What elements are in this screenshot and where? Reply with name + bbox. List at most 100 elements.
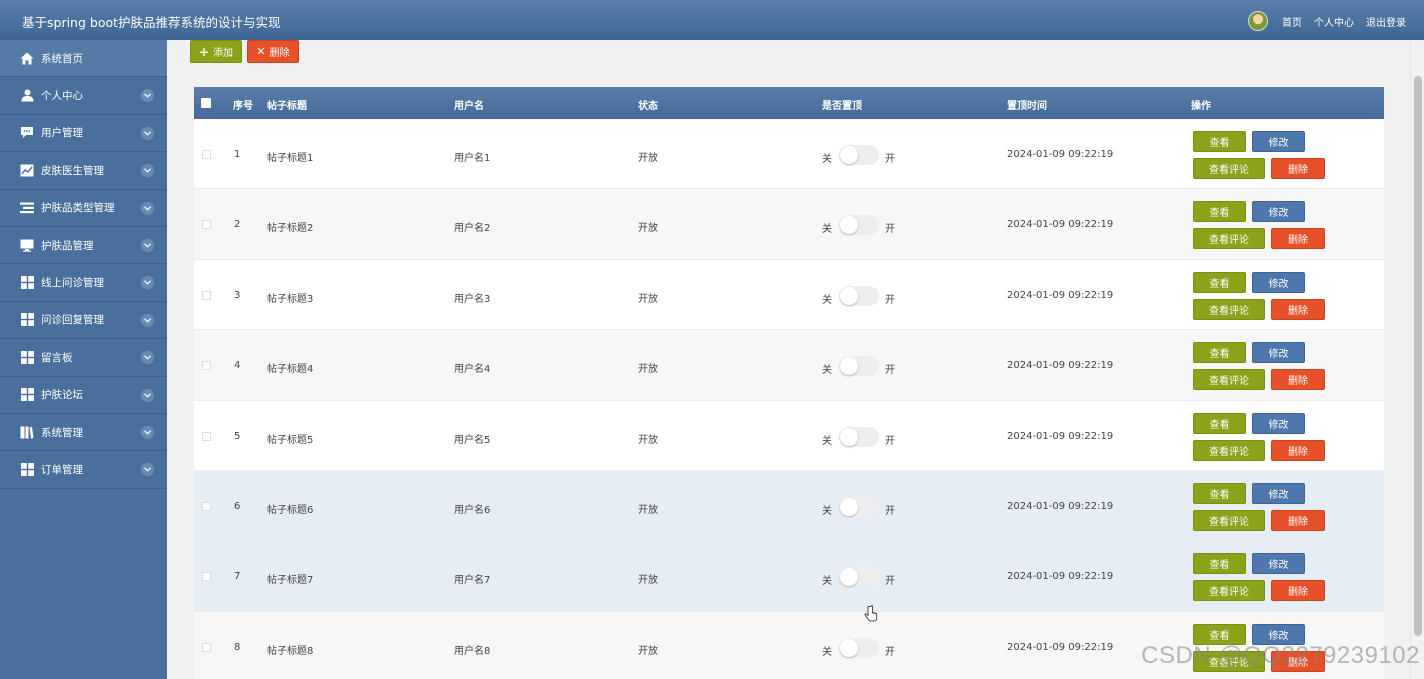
edit-button[interactable]: 修改 bbox=[1252, 412, 1305, 434]
delete-button[interactable]: 删除 bbox=[1271, 369, 1325, 391]
sidebar-item-6[interactable]: 线上问诊管理 bbox=[0, 264, 167, 302]
sidebar-item-label: 系统管理 bbox=[41, 426, 83, 439]
view-button[interactable]: 查看 bbox=[1193, 412, 1246, 434]
delete-button[interactable]: 删除 bbox=[1271, 228, 1325, 250]
row-checkbox[interactable] bbox=[202, 431, 211, 441]
view-button[interactable]: 查看 bbox=[1193, 342, 1246, 364]
row-checkbox[interactable] bbox=[202, 642, 211, 652]
sidebar-item-0[interactable]: 系统首页 bbox=[0, 40, 167, 78]
sidebar-item-7[interactable]: 问诊回复管理 bbox=[0, 302, 167, 340]
main-content: + 添加 ✕ 删除 序号 帖子标题 用户名 状态 是否置顶 置顶时间 操作 1 帖… bbox=[167, 40, 1410, 679]
col-no: 序号 bbox=[233, 101, 253, 112]
row-checkbox[interactable] bbox=[202, 572, 211, 582]
row-user: 用户名7 bbox=[454, 575, 491, 587]
edit-button[interactable]: 修改 bbox=[1252, 271, 1305, 293]
view-comments-button[interactable]: 查看评论 bbox=[1193, 580, 1265, 602]
row-no: 1 bbox=[234, 149, 241, 160]
batch-delete-button[interactable]: ✕ 删除 bbox=[247, 40, 299, 63]
view-button[interactable]: 查看 bbox=[1193, 482, 1246, 504]
chevron-down-icon[interactable] bbox=[141, 89, 154, 103]
scrollbar[interactable] bbox=[1410, 40, 1424, 679]
row-title: 帖子标题4 bbox=[267, 364, 314, 376]
sidebar-item-4[interactable]: 护肤品类型管理 bbox=[0, 190, 167, 227]
chevron-down-icon[interactable] bbox=[141, 201, 154, 215]
view-comments-button[interactable]: 查看评论 bbox=[1193, 509, 1265, 531]
delete-button[interactable]: 删除 bbox=[1271, 580, 1325, 602]
edit-button[interactable]: 修改 bbox=[1252, 553, 1305, 575]
table-row: 2 帖子标题2 用户名2 开放 关 开 2024-01-09 09:22:19 查看 修改 查看评… bbox=[194, 189, 1384, 260]
view-comments-button[interactable]: 查看评论 bbox=[1193, 439, 1265, 461]
chevron-down-icon[interactable] bbox=[141, 463, 154, 477]
select-all-checkbox[interactable] bbox=[201, 98, 211, 108]
chevron-down-icon[interactable] bbox=[141, 351, 154, 365]
pin-toggle[interactable] bbox=[839, 285, 879, 306]
edit-button[interactable]: 修改 bbox=[1252, 131, 1305, 152]
toggle-knob bbox=[840, 216, 858, 235]
sidebar-item-5[interactable]: 护肤品管理 bbox=[0, 227, 167, 265]
sidebar-item-2[interactable]: 用户管理 bbox=[0, 115, 167, 153]
edit-button[interactable]: 修改 bbox=[1252, 201, 1305, 223]
sidebar-item-1[interactable]: 个人中心 bbox=[0, 77, 167, 115]
delete-button[interactable]: 删除 bbox=[1271, 158, 1325, 179]
chevron-down-icon[interactable] bbox=[141, 164, 154, 178]
row-no: 3 bbox=[234, 289, 241, 301]
row-pin-time: 2024-01-09 09:22:19 bbox=[1007, 430, 1114, 442]
chevron-down-icon[interactable] bbox=[141, 388, 154, 402]
edit-button[interactable]: 修改 bbox=[1252, 482, 1305, 504]
delete-button[interactable]: 删除 bbox=[1271, 298, 1325, 320]
user-icon bbox=[20, 89, 34, 103]
delete-button[interactable]: 删除 bbox=[1271, 509, 1325, 531]
view-comments-button[interactable]: 查看评论 bbox=[1193, 158, 1265, 179]
edit-button[interactable]: 修改 bbox=[1252, 342, 1305, 364]
sidebar-item-11[interactable]: 订单管理 bbox=[0, 451, 167, 489]
add-button-label: 添加 bbox=[213, 48, 234, 59]
profile-link[interactable]: 个人中心 bbox=[1314, 14, 1354, 29]
view-button[interactable]: 查看 bbox=[1193, 271, 1246, 293]
pin-toggle[interactable] bbox=[839, 496, 879, 517]
sidebar-item-10[interactable]: 系统管理 bbox=[0, 414, 167, 452]
sidebar-item-3[interactable]: 皮肤医生管理 bbox=[0, 152, 167, 190]
chevron-down-icon[interactable] bbox=[141, 238, 154, 252]
row-checkbox[interactable] bbox=[202, 290, 211, 300]
row-pin-time: 2024-01-09 09:22:19 bbox=[1007, 500, 1114, 512]
view-button[interactable]: 查看 bbox=[1193, 553, 1246, 575]
sidebar-item-9[interactable]: 护肤论坛 bbox=[0, 377, 167, 414]
view-comments-button[interactable]: 查看评论 bbox=[1193, 298, 1265, 320]
table-row: 7 帖子标题7 用户名7 开放 关 开 2024-01-09 09:22:19 查看 修改 查看评… bbox=[194, 541, 1384, 612]
col-pinned: 是否置顶 bbox=[822, 101, 862, 112]
pin-toggle[interactable] bbox=[839, 426, 879, 447]
col-user: 用户名 bbox=[454, 101, 484, 112]
pin-toggle[interactable] bbox=[839, 145, 879, 165]
chevron-down-icon[interactable] bbox=[141, 313, 154, 327]
logout-link[interactable]: 退出登录 bbox=[1366, 14, 1406, 29]
row-checkbox[interactable] bbox=[202, 220, 211, 230]
sidebar-item-label: 护肤品管理 bbox=[41, 239, 94, 252]
col-pin-time: 置顶时间 bbox=[1007, 101, 1047, 112]
view-button[interactable]: 查看 bbox=[1193, 201, 1246, 223]
pin-toggle[interactable] bbox=[839, 356, 879, 377]
scrollbar-thumb[interactable] bbox=[1414, 76, 1422, 636]
view-comments-button[interactable]: 查看评论 bbox=[1193, 369, 1265, 391]
view-button[interactable]: 查看 bbox=[1193, 131, 1246, 152]
pin-toggle[interactable] bbox=[839, 215, 879, 236]
chevron-down-icon[interactable] bbox=[141, 276, 154, 290]
view-comments-button[interactable]: 查看评论 bbox=[1193, 228, 1265, 250]
pin-toggle[interactable] bbox=[839, 637, 879, 658]
row-no: 5 bbox=[234, 430, 241, 442]
avatar[interactable] bbox=[1248, 11, 1268, 31]
row-checkbox[interactable] bbox=[202, 501, 211, 511]
sidebar-item-8[interactable]: 留言板 bbox=[0, 339, 167, 377]
chevron-down-icon[interactable] bbox=[141, 126, 154, 140]
pin-toggle[interactable] bbox=[839, 567, 879, 588]
add-button[interactable]: + 添加 bbox=[190, 40, 242, 63]
chevron-down-icon[interactable] bbox=[141, 425, 154, 439]
home-link[interactable]: 首页 bbox=[1282, 14, 1302, 29]
chart-icon bbox=[20, 163, 34, 177]
col-actions: 操作 bbox=[1191, 101, 1211, 112]
row-checkbox[interactable] bbox=[202, 361, 211, 371]
delete-button[interactable]: 删除 bbox=[1271, 439, 1325, 461]
row-pin-time: 2024-01-09 09:22:19 bbox=[1007, 571, 1114, 583]
switch-off-label: 关 bbox=[822, 646, 832, 658]
row-status: 开放 bbox=[638, 153, 658, 164]
row-checkbox[interactable] bbox=[202, 150, 211, 159]
